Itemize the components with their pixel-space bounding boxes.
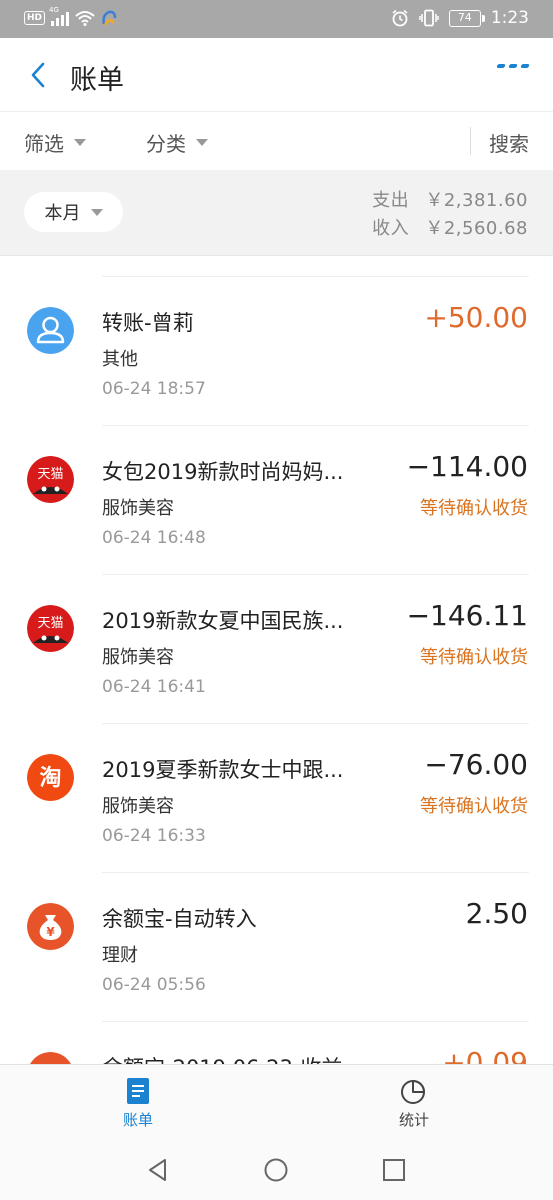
month-selector[interactable]: 本月 — [24, 192, 123, 232]
transaction-time: 06-24 16:48 — [102, 528, 206, 548]
transaction-amount: +50.00 — [424, 301, 528, 334]
month-summary: 本月 支出 ￥2,381.60 收入 ￥2,560.68 — [0, 170, 553, 256]
taobao-icon: 淘 — [27, 754, 74, 801]
bottom-tab-bar: 账单 统计 — [0, 1064, 553, 1140]
expense-total: 支出 ￥2,381.60 — [372, 186, 528, 212]
app-header: 账单 — [0, 38, 553, 112]
nav-recents-icon[interactable] — [382, 1158, 406, 1182]
transaction-category: 服饰美容 — [102, 647, 174, 668]
expense-value: ￥2,381.60 — [425, 190, 528, 211]
money-bag-icon — [27, 1052, 74, 1064]
more-options-button[interactable] — [496, 64, 530, 68]
pie-chart-icon — [401, 1080, 425, 1104]
transaction-category: 其他 — [102, 349, 138, 370]
transaction-amount: −146.11 — [406, 599, 528, 632]
money-bag-icon: ¥ — [27, 903, 74, 950]
income-label: 收入 — [372, 218, 410, 239]
transaction-time: 06-24 05:56 — [102, 975, 206, 995]
transaction-list: 转账-曾莉 其他 06-24 18:57 +50.00 天猫 女包2019新款时… — [0, 256, 553, 1064]
transaction-name: 2019夏季新款女士中跟... — [102, 758, 344, 782]
vibrate-icon — [419, 9, 439, 27]
transaction-amount: +0.09 — [442, 1046, 528, 1064]
search-button[interactable]: 搜索 — [489, 128, 529, 157]
tmall-icon: 天猫 — [27, 605, 74, 652]
tab-statistics[interactable]: 统计 — [374, 1077, 454, 1130]
wifi-icon — [75, 11, 95, 26]
category-dropdown[interactable]: 分类 — [146, 128, 208, 157]
signal-icon: 4G — [49, 6, 70, 26]
transaction-row[interactable]: ¥ 余额宝-自动转入 理财 06-24 05:56 2.50 — [0, 873, 553, 1022]
battery-icon: 74 — [448, 9, 485, 27]
transaction-name: 女包2019新款时尚妈妈... — [102, 460, 344, 484]
caret-down-icon — [74, 139, 86, 146]
clock: 1:23 — [490, 8, 529, 28]
income-total: 收入 ￥2,560.68 — [372, 214, 528, 240]
transaction-row[interactable]: 余额宝-2019.06.23-收益 +0.09 — [0, 1022, 553, 1064]
svg-text:淘: 淘 — [39, 765, 61, 791]
tab-bill[interactable]: 账单 — [98, 1077, 178, 1130]
svg-text:天猫: 天猫 — [37, 467, 63, 482]
bill-icon — [127, 1078, 149, 1104]
transaction-amount: 2.50 — [465, 897, 528, 930]
transaction-row[interactable]: 天猫 女包2019新款时尚妈妈... 服饰美容 06-24 16:48 −114… — [0, 426, 553, 575]
transaction-row[interactable]: 天猫 2019新款女夏中国民族... 服饰美容 06-24 16:41 −146… — [0, 575, 553, 724]
hd-badge: HD — [24, 11, 46, 25]
more-dot-icon — [508, 64, 518, 68]
transaction-name: 转账-曾莉 — [102, 311, 194, 335]
transaction-time: 06-24 16:41 — [102, 677, 206, 697]
order-status: 等待确认收货 — [420, 647, 528, 668]
network-type-label: 4G — [49, 6, 59, 14]
svg-text:天猫: 天猫 — [37, 616, 63, 631]
chevron-left-icon — [31, 62, 45, 88]
tab-statistics-label: 统计 — [398, 1111, 429, 1129]
nav-home-icon[interactable] — [264, 1158, 288, 1182]
back-button[interactable] — [24, 60, 54, 90]
transaction-time: 06-24 18:57 — [102, 379, 206, 399]
transaction-row[interactable]: 转账-曾莉 其他 06-24 18:57 +50.00 — [0, 277, 553, 426]
month-label: 本月 — [44, 203, 81, 224]
transaction-category: 服饰美容 — [102, 796, 174, 817]
more-dot-icon — [496, 64, 506, 68]
caret-down-icon — [196, 139, 208, 146]
order-status: 等待确认收货 — [420, 796, 528, 817]
transaction-category: 理财 — [102, 945, 138, 966]
alipay-notification-icon — [102, 10, 117, 26]
user-avatar-icon — [27, 307, 74, 354]
transaction-amount: −114.00 — [406, 450, 528, 483]
caret-down-icon — [90, 208, 103, 216]
transaction-time: 06-24 16:33 — [102, 826, 206, 846]
transaction-name: 余额宝-2019.06.23-收益 — [102, 1052, 342, 1064]
transaction-amount: −76.00 — [424, 748, 528, 781]
expense-label: 支出 — [372, 190, 410, 211]
order-status: 等待确认收货 — [420, 498, 528, 519]
transaction-name: 余额宝-自动转入 — [102, 907, 257, 931]
transaction-row[interactable]: 淘 2019夏季新款女士中跟... 服饰美容 06-24 16:33 −76.0… — [0, 724, 553, 873]
filter-bar: 筛选 分类 搜索 — [0, 112, 553, 170]
income-value: ￥2,560.68 — [425, 218, 528, 239]
filter-label: 筛选 — [24, 132, 64, 156]
status-bar: HD 4G 74 1:23 — [0, 0, 553, 38]
divider — [470, 127, 471, 155]
category-label: 分类 — [146, 132, 186, 156]
tmall-icon: 天猫 — [27, 456, 74, 503]
transaction-category: 服饰美容 — [102, 498, 174, 519]
more-dot-icon — [520, 64, 530, 68]
tab-bill-label: 账单 — [122, 1111, 153, 1129]
system-nav-bar — [0, 1140, 553, 1200]
alarm-icon — [392, 9, 408, 27]
page-title: 账单 — [70, 65, 124, 96]
nav-back-icon[interactable] — [146, 1158, 170, 1182]
transaction-name: 2019新款女夏中国民族... — [102, 609, 344, 633]
filter-dropdown[interactable]: 筛选 — [24, 128, 86, 157]
svg-text:¥: ¥ — [46, 925, 55, 939]
